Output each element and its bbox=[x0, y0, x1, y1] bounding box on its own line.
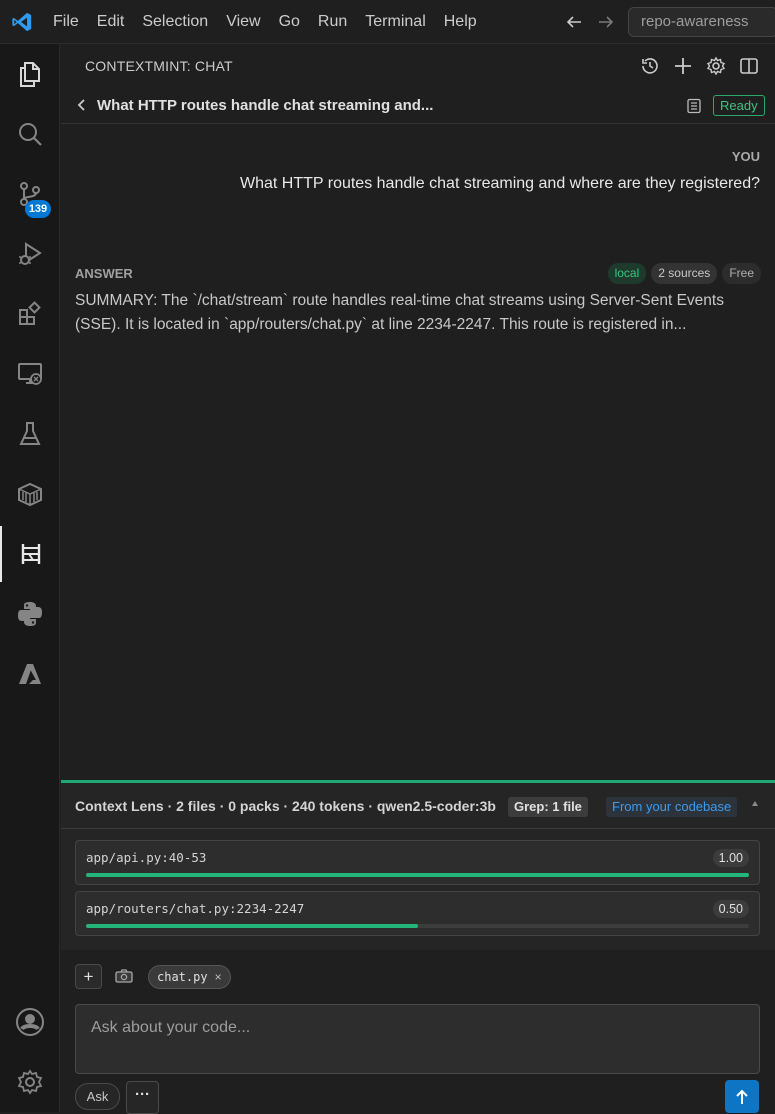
context-lens-title: Context Lens · 2 files · 0 packs · 240 t… bbox=[75, 798, 496, 814]
menu-file[interactable]: File bbox=[44, 0, 88, 44]
arrow-up-icon bbox=[736, 1089, 748, 1104]
add-context-button[interactable]: + bbox=[75, 964, 102, 989]
relevance-score: 1.00 bbox=[712, 849, 749, 867]
conversation-header: What HTTP routes handle chat streaming a… bbox=[61, 88, 775, 124]
context-file-row[interactable]: app/routers/chat.py:2234-2247 0.50 bbox=[75, 891, 760, 936]
attached-file-chip[interactable]: chat.py × bbox=[148, 965, 231, 989]
title-bar: File Edit Selection View Go Run Terminal… bbox=[0, 0, 775, 44]
source-control-badge: 139 bbox=[25, 200, 51, 218]
extensions-icon[interactable] bbox=[0, 286, 60, 342]
context-lens: Context Lens · 2 files · 0 packs · 240 t… bbox=[61, 780, 775, 950]
remote-explorer-icon[interactable] bbox=[0, 346, 60, 402]
relevance-bar bbox=[86, 873, 749, 877]
panel-header: CONTEXTMINT: CHAT bbox=[61, 44, 775, 88]
tag-sources[interactable]: 2 sources bbox=[651, 263, 718, 284]
answer-tags: local 2 sources Free bbox=[607, 263, 761, 284]
grep-badge[interactable]: Grep: 1 file bbox=[508, 797, 588, 817]
camera-icon[interactable] bbox=[115, 968, 133, 984]
remove-chip-close-icon[interactable]: × bbox=[215, 970, 222, 984]
run-debug-icon[interactable] bbox=[0, 226, 60, 282]
status-badge: Ready bbox=[713, 95, 765, 116]
relevance-bar-fill bbox=[86, 873, 749, 877]
menu-terminal[interactable]: Terminal bbox=[356, 0, 434, 44]
chevron-left-icon[interactable] bbox=[71, 94, 93, 116]
containers-icon[interactable] bbox=[0, 466, 60, 522]
menu-view[interactable]: View bbox=[217, 0, 269, 44]
relevance-score: 0.50 bbox=[712, 900, 749, 918]
composer: + chat.py × Ask about your code... Ask ·… bbox=[61, 950, 775, 1114]
context-file-row[interactable]: app/api.py:40-53 1.00 bbox=[75, 840, 760, 885]
chat-panel: CONTEXTMINT: CHAT What HTTP routes handl… bbox=[61, 44, 775, 1114]
split-view-icon[interactable] bbox=[737, 54, 761, 78]
accounts-icon[interactable] bbox=[0, 994, 60, 1050]
history-icon[interactable] bbox=[638, 54, 662, 78]
new-chat-plus-icon[interactable] bbox=[671, 54, 695, 78]
azure-icon[interactable] bbox=[0, 646, 60, 702]
attached-file-name: chat.py bbox=[157, 970, 208, 984]
context-file-path: app/routers/chat.py:2234-2247 bbox=[86, 901, 305, 916]
python-icon[interactable] bbox=[0, 586, 60, 642]
back-arrow-icon[interactable] bbox=[562, 10, 586, 34]
header-actions bbox=[638, 54, 761, 78]
contextmint-icon[interactable] bbox=[0, 526, 60, 582]
settings-gear-icon[interactable] bbox=[704, 54, 728, 78]
document-icon[interactable] bbox=[686, 98, 702, 114]
explorer-icon[interactable] bbox=[0, 46, 60, 102]
vscode-logo-icon bbox=[0, 0, 44, 44]
relevance-bar-fill bbox=[86, 924, 418, 928]
conversation-title: What HTTP routes handle chat streaming a… bbox=[97, 97, 434, 114]
manage-gear-icon[interactable] bbox=[0, 1054, 60, 1110]
user-message: What HTTP routes handle chat streaming a… bbox=[240, 175, 760, 192]
testing-icon[interactable] bbox=[0, 406, 60, 462]
menu-selection[interactable]: Selection bbox=[133, 0, 217, 44]
search-icon[interactable] bbox=[0, 106, 60, 162]
forward-arrow-icon[interactable] bbox=[594, 10, 618, 34]
menu-bar: File Edit Selection View Go Run Terminal… bbox=[44, 0, 486, 44]
command-center-search[interactable]: repo-awareness bbox=[628, 7, 775, 37]
answer-label: ANSWER bbox=[75, 266, 133, 281]
navigation-arrows bbox=[562, 0, 618, 44]
panel-title: CONTEXTMINT: CHAT bbox=[85, 58, 233, 74]
context-file-path: app/api.py:40-53 bbox=[86, 850, 207, 865]
menu-edit[interactable]: Edit bbox=[88, 0, 134, 44]
tag-free: Free bbox=[722, 263, 761, 284]
mode-select-button[interactable]: Ask bbox=[75, 1083, 120, 1110]
from-codebase-badge[interactable]: From your codebase bbox=[606, 797, 738, 817]
collapse-caret-icon[interactable] bbox=[752, 801, 758, 806]
tag-local: local bbox=[607, 263, 647, 284]
user-label: YOU bbox=[731, 149, 760, 164]
source-control-icon[interactable]: 139 bbox=[0, 166, 60, 222]
context-lens-header[interactable]: Context Lens · 2 files · 0 packs · 240 t… bbox=[61, 783, 775, 829]
relevance-bar bbox=[86, 924, 749, 928]
more-options-button[interactable]: ··· bbox=[126, 1081, 159, 1114]
menu-help[interactable]: Help bbox=[435, 0, 486, 44]
activity-bar: 139 bbox=[0, 44, 60, 1112]
menu-run[interactable]: Run bbox=[309, 0, 356, 44]
chat-input[interactable]: Ask about your code... bbox=[75, 1004, 760, 1074]
menu-go[interactable]: Go bbox=[270, 0, 309, 44]
send-button[interactable] bbox=[725, 1080, 759, 1113]
answer-text: SUMMARY: The `/chat/stream` route handle… bbox=[75, 292, 724, 333]
